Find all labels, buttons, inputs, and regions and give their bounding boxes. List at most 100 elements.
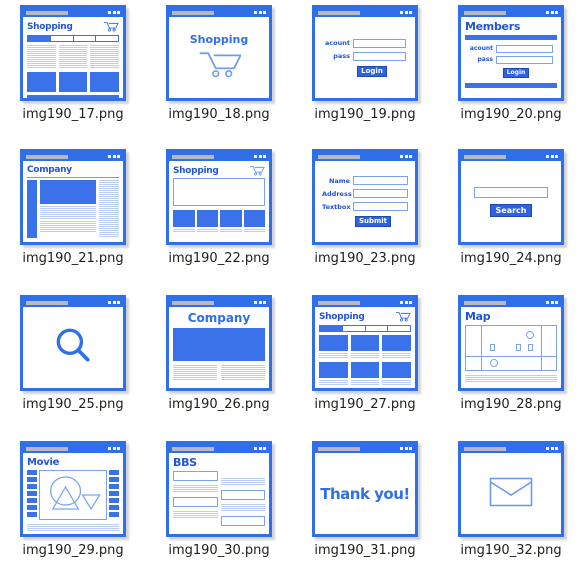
preview-window[interactable]: Movie [20, 441, 126, 537]
nav-item[interactable] [74, 36, 97, 41]
titlebar-address-bar [26, 446, 68, 451]
preview-window[interactable]: Name Address Textbox Submit [312, 149, 418, 245]
name-input[interactable] [353, 176, 408, 185]
post-text [220, 504, 265, 512]
titlebar-address-bar [26, 154, 68, 159]
preview-window[interactable]: Thank you! [312, 441, 418, 537]
nav-item[interactable] [388, 326, 410, 331]
preview-window[interactable]: Search [458, 149, 564, 245]
thumbnail-cell[interactable]: Map img190_28.png [438, 290, 583, 436]
thumbnail-cell[interactable]: Shopping img190_18.png [146, 0, 292, 144]
address-input[interactable] [353, 189, 408, 198]
content-card[interactable] [173, 365, 217, 381]
thumbnail-cell[interactable]: Company img190_21.png [0, 144, 146, 290]
textbox-input[interactable] [353, 202, 408, 211]
window-controls-icon [254, 301, 266, 304]
nav-item[interactable] [51, 36, 74, 41]
search-input[interactable] [474, 186, 548, 198]
preview-window[interactable] [458, 441, 564, 537]
password-input[interactable] [496, 56, 553, 64]
thumbnail-cell[interactable]: acount pass Login img190_19.png [292, 0, 438, 144]
window-content: Company [23, 161, 123, 242]
product-card[interactable] [243, 210, 265, 233]
thumbnail-cell[interactable]: img190_32.png [438, 436, 583, 575]
thumbnail-caption: img190_28.png [460, 397, 562, 412]
thumbnail-cell[interactable]: Thank you! img190_31.png [292, 436, 438, 575]
nav-item[interactable] [366, 326, 389, 331]
product-card[interactable] [220, 210, 242, 233]
nav-item[interactable] [320, 326, 343, 331]
login-button[interactable]: Login [502, 68, 530, 78]
sidebar-column [27, 180, 37, 238]
preview-window[interactable]: Members acount pass Login [458, 5, 564, 101]
thumbnail-cell[interactable]: Shopping [292, 290, 438, 436]
product-card[interactable] [90, 72, 120, 92]
login-button[interactable]: Login [357, 65, 387, 77]
window-content: Members acount pass Login [461, 17, 561, 98]
page-title: Company [27, 165, 72, 175]
password-input[interactable] [353, 51, 406, 61]
account-input[interactable] [496, 45, 553, 53]
search-button[interactable]: Search [489, 203, 533, 217]
thumbnail-cell[interactable]: Company img190_26.png [146, 290, 292, 436]
submit-button[interactable]: Submit [354, 216, 392, 227]
nav-item[interactable] [343, 326, 366, 331]
page-title: BBS [173, 456, 197, 469]
thumbnail-cell[interactable]: Shopping [0, 0, 146, 144]
preview-window[interactable]: Shopping [312, 295, 418, 391]
window-titlebar [23, 8, 123, 17]
video-frame[interactable] [39, 470, 107, 520]
shopping-cart-icon [395, 311, 411, 322]
product-card[interactable] [27, 72, 56, 92]
thumbnail-cell[interactable]: Movie img190_29.png [0, 436, 146, 575]
page-title: Shopping [173, 165, 219, 176]
thumbnail-caption: img190_30.png [168, 543, 270, 558]
preview-window[interactable]: Company [166, 295, 272, 391]
post-box[interactable] [220, 490, 265, 500]
post-box[interactable] [220, 516, 265, 526]
post-box[interactable] [173, 471, 218, 481]
product-card[interactable] [382, 335, 412, 359]
product-card[interactable] [350, 335, 380, 359]
preview-window[interactable]: Shopping [166, 149, 272, 245]
nav-item[interactable] [96, 36, 118, 41]
preview-window[interactable]: Shopping [166, 5, 272, 101]
thumbnail-caption: img190_22.png [168, 251, 270, 266]
map-marker-square [516, 344, 521, 351]
nav-item[interactable] [28, 36, 51, 41]
post-box[interactable] [173, 497, 218, 507]
content-card[interactable] [221, 365, 265, 381]
product-card[interactable] [319, 362, 348, 386]
preview-window[interactable]: BBS [166, 441, 272, 537]
product-card[interactable] [350, 362, 380, 386]
window-titlebar [315, 8, 415, 17]
preview-window[interactable]: Company [20, 149, 126, 245]
product-card[interactable] [196, 210, 218, 233]
preview-window[interactable]: Shopping [20, 5, 126, 101]
thumbnail-caption: img190_21.png [22, 251, 124, 266]
thumbnail-cell[interactable]: img190_25.png [0, 290, 146, 436]
shopping-cart-icon [249, 165, 265, 176]
thumbnail-cell[interactable]: Members acount pass Login img190_20.png [438, 0, 583, 144]
product-card[interactable] [173, 210, 195, 233]
product-card[interactable] [319, 335, 348, 359]
nav-bar[interactable] [27, 35, 119, 42]
map-marker-square [528, 344, 533, 351]
titlebar-address-bar [172, 10, 214, 15]
thumbnail-cell[interactable]: Name Address Textbox Submit img190_23.pn… [292, 144, 438, 290]
titlebar-address-bar [172, 300, 214, 305]
product-card[interactable] [382, 362, 412, 386]
thumbnail-cell[interactable]: BBS img190_30.png [146, 436, 292, 575]
nav-bar[interactable] [319, 325, 411, 332]
thumbnail-cell[interactable]: Shopping [146, 144, 292, 290]
product-card[interactable] [58, 72, 88, 92]
account-input[interactable] [353, 38, 406, 48]
shopping-cart-icon [197, 50, 242, 82]
thumbnail-cell[interactable]: Search img190_24.png [438, 144, 583, 290]
footer-bar [27, 95, 119, 98]
map-canvas[interactable] [465, 325, 557, 371]
preview-window[interactable]: Map [458, 295, 564, 391]
preview-window[interactable]: acount pass Login [312, 5, 418, 101]
window-content: Name Address Textbox Submit [315, 161, 415, 242]
preview-window[interactable] [20, 295, 126, 391]
